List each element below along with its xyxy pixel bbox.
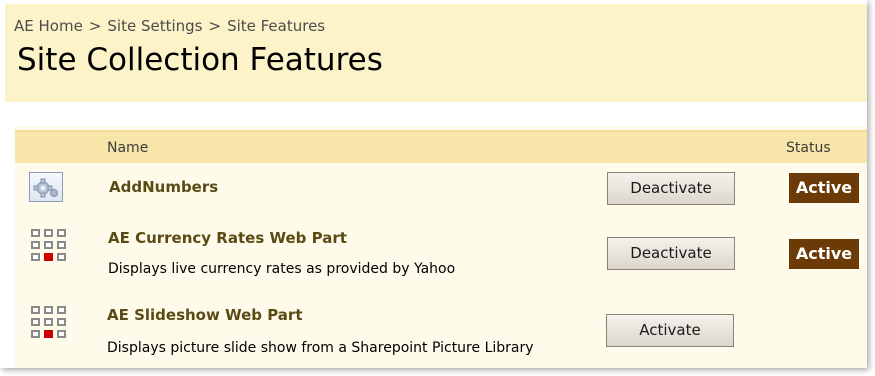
breadcrumb-current-site-features: Site Features: [227, 17, 326, 35]
gear-icon: [33, 178, 58, 198]
web-part-grid-icon: [31, 229, 71, 269]
feature-name: AddNumbers: [109, 178, 219, 196]
gear-feature-icon: [29, 172, 63, 202]
deactivate-button[interactable]: Deactivate: [607, 237, 735, 270]
breadcrumb-link-home[interactable]: AE Home: [14, 17, 83, 35]
web-part-grid-icon: [31, 306, 71, 346]
site-features-window: AE Home > Site Settings > Site Features Site…: [0, 0, 867, 368]
activate-button[interactable]: Activate: [606, 314, 734, 347]
feature-description: Displays live currency rates as provided…: [108, 261, 456, 277]
breadcrumb-link-site-settings[interactable]: Site Settings: [107, 17, 202, 35]
breadcrumb-separator: >: [88, 17, 102, 35]
status-badge: Active: [789, 239, 859, 269]
feature-name: AE Slideshow Web Part: [107, 306, 303, 324]
feature-description: Displays picture slide show from a Share…: [107, 340, 534, 356]
table-row: AE Currency Rates Web Part Displays live…: [15, 229, 867, 289]
deactivate-button[interactable]: Deactivate: [607, 172, 735, 205]
feature-name: AE Currency Rates Web Part: [108, 229, 347, 247]
table-row: AE Slideshow Web Part Displays picture s…: [15, 306, 867, 366]
breadcrumb-separator: >: [208, 17, 222, 35]
column-header-name: Name: [107, 140, 149, 156]
table-header-row: Name Status: [15, 130, 867, 163]
page-title: Site Collection Features: [17, 42, 383, 78]
breadcrumb: AE Home > Site Settings > Site Features: [14, 17, 325, 35]
title-area: AE Home > Site Settings > Site Features Site…: [5, 4, 867, 102]
table-row: AddNumbers Deactivate Active: [15, 172, 867, 222]
status-badge: Active: [789, 173, 859, 203]
column-header-status: Status: [786, 140, 831, 156]
